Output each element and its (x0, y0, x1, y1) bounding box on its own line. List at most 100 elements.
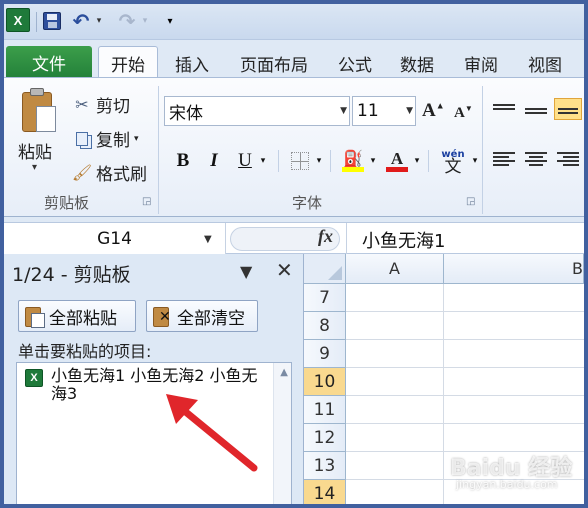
bold-button[interactable]: B (172, 148, 194, 174)
row-header-14[interactable]: 14 (304, 480, 346, 504)
phonetic-char: 文 (444, 157, 462, 177)
format-painter-button[interactable]: 🖌 格式刷 (72, 160, 147, 185)
row-header-11[interactable]: 11 (304, 396, 346, 424)
tab-view[interactable]: 视图 (520, 48, 570, 78)
formula-input[interactable]: 小鱼无海1 (362, 227, 445, 253)
paste-button-label[interactable]: 粘贴 (18, 138, 52, 163)
table-row[interactable] (346, 312, 584, 340)
tab-file[interactable]: 文件 (6, 46, 92, 78)
table-row[interactable] (346, 368, 584, 396)
undo-dropdown-icon[interactable]: ▾ (94, 10, 104, 32)
redo-dropdown-icon[interactable]: ▾ (140, 10, 150, 32)
paste-all-icon (23, 305, 45, 328)
clear-all-button[interactable]: 全部清空 (146, 300, 258, 332)
align-left-icon[interactable] (490, 148, 518, 170)
fill-color-dropdown-icon[interactable]: ▾ (368, 148, 378, 174)
formula-separator (346, 223, 347, 254)
undo-icon[interactable]: ↶ (70, 9, 92, 33)
font-size-dropdown-icon[interactable]: ▼ (406, 106, 413, 116)
tab-data[interactable]: 数据 (392, 48, 442, 78)
table-row[interactable] (346, 340, 584, 368)
excel-logo-icon[interactable]: X (6, 8, 30, 32)
column-header-b[interactable]: B (444, 254, 584, 284)
copy-dropdown-icon[interactable]: ▾ (134, 134, 139, 144)
align-center-icon[interactable] (522, 148, 550, 170)
font-size-combo[interactable]: 11 ▼ (352, 96, 416, 126)
pane-scrollbar[interactable]: ▲ (273, 363, 291, 504)
align-middle-icon[interactable] (522, 98, 550, 120)
row-header-8[interactable]: 8 (304, 312, 346, 340)
tab-home[interactable]: 开始 (98, 46, 158, 79)
name-box-dropdown-icon[interactable]: ▼ (204, 234, 212, 245)
quick-access-toolbar: X ↶ ▾ ↷ ▾ ▾ (4, 4, 584, 40)
paint-bucket-icon: ⛽ (343, 148, 363, 168)
shrink-font-button[interactable]: A▼ (454, 104, 473, 122)
customize-dropdown-icon[interactable]: ▾ (164, 10, 176, 32)
table-row[interactable] (346, 284, 584, 312)
underline-dropdown-icon[interactable]: ▾ (258, 148, 268, 174)
font-name-combo[interactable]: 宋体 ▼ (164, 96, 350, 126)
row-header-7[interactable]: 7 (304, 284, 346, 312)
clear-all-label: 全部清空 (177, 308, 245, 329)
table-row[interactable] (346, 396, 584, 424)
paste-all-button[interactable]: 全部粘贴 (18, 300, 136, 332)
select-all-corner[interactable] (304, 254, 346, 284)
ribbon-home: 粘贴 ▾ ✂ 剪切 复制 ▾ 🖌 格式刷 剪贴板 ◲ 宋体 ▼ 11 ▼ A▲ … (4, 77, 584, 217)
underline-button[interactable]: U (234, 148, 256, 174)
save-icon[interactable] (40, 10, 64, 32)
table-row[interactable] (346, 424, 584, 452)
format-separator (330, 150, 331, 172)
grow-font-button[interactable]: A▲ (422, 100, 445, 122)
name-box[interactable]: G14 (4, 223, 226, 254)
excel-window: X ↶ ▾ ↷ ▾ ▾ 文件 开始 插入 页面布局 公式 数据 审阅 视图 粘贴… (0, 0, 588, 508)
font-color-dropdown-icon[interactable]: ▾ (412, 148, 422, 174)
excel-item-icon: X (25, 369, 43, 387)
phonetic-guide-button[interactable]: wén 文 (438, 148, 468, 177)
formula-bar: G14 ▼ fx 小鱼无海1 (4, 222, 584, 254)
pane-title: 1/24 - 剪贴板 (12, 264, 131, 286)
font-launcher-icon[interactable]: ◲ (466, 196, 475, 207)
format-separator (428, 150, 429, 172)
font-color-glyph: A (390, 149, 404, 168)
tab-insert[interactable]: 插入 (166, 48, 218, 78)
font-name-value: 宋体 (169, 103, 203, 124)
pane-hint-text: 单击要粘贴的项目: (18, 342, 152, 361)
row-header-12[interactable]: 12 (304, 424, 346, 452)
row-header-9[interactable]: 9 (304, 340, 346, 368)
scissors-icon: ✂ (75, 95, 89, 114)
clear-all-icon (151, 305, 173, 327)
redo-icon[interactable]: ↷ (116, 9, 138, 33)
border-icon[interactable] (288, 148, 312, 174)
row-header-10[interactable]: 10 (304, 368, 346, 396)
tab-page-layout[interactable]: 页面布局 (230, 48, 318, 78)
italic-button[interactable]: I (204, 148, 224, 174)
align-bottom-icon[interactable] (554, 98, 582, 120)
column-header-a[interactable]: A (346, 254, 444, 284)
paste-icon[interactable] (18, 88, 60, 136)
font-color-swatch (386, 167, 408, 172)
font-name-dropdown-icon[interactable]: ▼ (340, 106, 347, 116)
cut-button[interactable]: ✂ 剪切 (72, 92, 130, 117)
row-header-13[interactable]: 13 (304, 452, 346, 480)
cut-label: 剪切 (96, 97, 130, 117)
copy-button[interactable]: 复制 ▾ (72, 126, 139, 151)
baidu-watermark-url: jingyan.baidu.com (456, 478, 558, 491)
paste-dropdown-icon[interactable]: ▾ (32, 162, 37, 173)
group-separator (158, 86, 159, 214)
pane-close-icon[interactable]: ✕ (276, 258, 293, 282)
tab-review[interactable]: 审阅 (456, 48, 506, 78)
align-right-icon[interactable] (554, 148, 582, 170)
name-box-value: G14 (97, 228, 132, 249)
format-separator (278, 150, 279, 172)
pane-options-dropdown-icon[interactable]: ▼ (240, 262, 252, 281)
tab-formulas[interactable]: 公式 (330, 48, 380, 78)
insert-function-icon[interactable]: fx (318, 226, 333, 247)
phonetic-dropdown-icon[interactable]: ▾ (470, 148, 480, 174)
clipboard-launcher-icon[interactable]: ◲ (142, 196, 151, 207)
border-dropdown-icon[interactable]: ▾ (314, 148, 324, 174)
font-color-button[interactable]: A (384, 148, 410, 174)
format-painter-label: 格式刷 (96, 165, 147, 185)
scroll-up-icon[interactable]: ▲ (280, 367, 288, 378)
align-top-icon[interactable] (490, 98, 518, 120)
fill-color-button[interactable]: ⛽ (340, 148, 366, 174)
